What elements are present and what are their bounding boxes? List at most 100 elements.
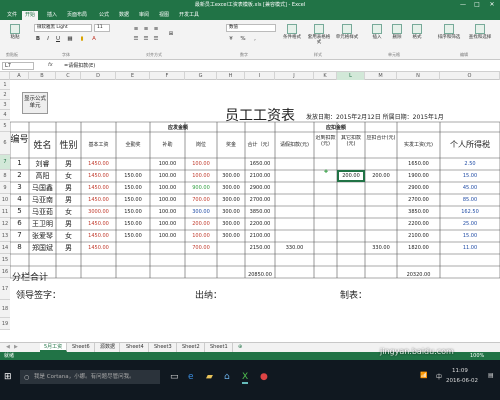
cell-subsidy[interactable]: 100.00 — [150, 209, 185, 215]
notification-icon[interactable]: ▤ — [488, 372, 494, 379]
cell-net[interactable]: 1900.00 — [397, 173, 440, 179]
cell-post[interactable]: 700.00 — [185, 245, 217, 251]
font-name-select[interactable]: 微软雅黑 Light — [34, 24, 92, 32]
row-header-9[interactable]: 9 — [0, 182, 10, 194]
col-header-j[interactable]: J — [275, 72, 314, 80]
cortana-search[interactable]: 我是 Cortana，小娜。有问题尽管问我。 — [20, 370, 160, 384]
cell-name[interactable]: 王卫明 — [29, 219, 56, 229]
cell-name[interactable]: 马亚南 — [29, 195, 56, 205]
conditional-format-button[interactable]: 条件格式 — [280, 24, 304, 40]
cell-net[interactable]: 2100.00 — [397, 233, 440, 239]
cell-gender[interactable]: 女 — [56, 207, 81, 217]
tab-developer[interactable]: 开发工具 — [176, 11, 202, 20]
cell-post[interactable]: 100.00 — [185, 161, 217, 167]
cell-subsidy[interactable]: 100.00 — [150, 161, 185, 167]
show-formula-button[interactable]: 显示公式单元 — [22, 92, 48, 114]
maximize-button[interactable]: □ — [470, 0, 484, 10]
cell-post[interactable]: 700.00 — [185, 197, 217, 203]
col-header-n[interactable]: N — [397, 72, 440, 80]
number-format-select[interactable]: 数值 — [226, 24, 276, 32]
cell-bonus[interactable]: 300.00 — [217, 173, 245, 179]
cell-tax[interactable]: 15.00 — [440, 173, 500, 179]
sheet-tab-sheet3[interactable]: Sheet3 — [150, 343, 177, 352]
cell-total[interactable]: 1650.00 — [245, 161, 275, 167]
col-header-o[interactable]: O — [440, 72, 500, 80]
cell-base[interactable]: 1450.00 — [81, 221, 116, 227]
tab-view[interactable]: 视图 — [156, 11, 172, 20]
clock-time[interactable]: 11:09 — [452, 368, 468, 374]
align-center-icon[interactable]: ☰ — [142, 35, 150, 43]
merge-cells-icon[interactable]: ⊞ — [166, 30, 176, 38]
row-header-3[interactable]: 3 — [0, 100, 10, 110]
cell-gender[interactable]: 男 — [56, 159, 81, 169]
cell-base[interactable]: 1450.00 — [81, 185, 116, 191]
insert-button[interactable]: 插入 — [368, 24, 386, 40]
border-icon[interactable]: ▦ — [66, 35, 74, 43]
sheet-tab-source[interactable]: 源数据 — [96, 343, 121, 352]
zoom-level[interactable]: 100% — [470, 352, 484, 360]
font-color-icon[interactable]: A — [90, 35, 98, 43]
folder-icon[interactable]: ▰ — [206, 372, 213, 382]
paste-button[interactable]: 粘贴 — [4, 24, 26, 40]
cell-no[interactable]: 4 — [10, 195, 29, 203]
cell-base[interactable]: 3000.00 — [81, 209, 116, 215]
row-header-4[interactable]: 4 — [0, 110, 10, 120]
row-header-11[interactable]: 11 — [0, 206, 10, 218]
cell-total[interactable]: 3850.00 — [245, 209, 275, 215]
cell-no[interactable]: 1 — [10, 159, 29, 167]
col-header-l[interactable]: L — [337, 72, 365, 80]
align-left-icon[interactable]: ☰ — [132, 35, 140, 43]
fx-icon[interactable]: fx — [48, 62, 53, 68]
sheet-tab-5月工资[interactable]: 5月工资 — [40, 343, 68, 352]
sort-filter-button[interactable]: 排序和筛选 — [436, 24, 462, 40]
cell-subsidy[interactable]: 100.00 — [150, 173, 185, 179]
tab-home[interactable]: 开始 — [22, 11, 39, 20]
lang-indicator[interactable]: 中 — [436, 372, 442, 381]
cell-gender[interactable]: 男 — [56, 219, 81, 229]
underline-icon[interactable]: U — [54, 35, 62, 43]
cell-base[interactable]: 1450.00 — [81, 233, 116, 239]
sheet-tab-sheet4[interactable]: Sheet4 — [122, 343, 149, 352]
find-select-button[interactable]: 查找和选择 — [466, 24, 494, 40]
col-header-b[interactable]: B — [29, 72, 56, 80]
scroll-right-icon[interactable]: ▶ — [10, 343, 22, 352]
cell-tax[interactable]: 45.00 — [440, 185, 500, 191]
italic-icon[interactable]: I — [44, 35, 52, 43]
row-header-8[interactable]: 8 — [0, 170, 10, 182]
cell-total[interactable]: 2700.00 — [245, 197, 275, 203]
align-top-icon[interactable]: ≡ — [132, 25, 140, 33]
cell-post[interactable]: 100.00 — [185, 173, 217, 179]
cell-no[interactable]: 2 — [10, 171, 29, 179]
cell-net[interactable]: 3850.00 — [397, 209, 440, 215]
tab-insert[interactable]: 插入 — [44, 11, 60, 20]
bold-icon[interactable]: B — [34, 35, 42, 43]
currency-icon[interactable]: ¥ — [226, 35, 236, 43]
cell-leave[interactable]: 330.00 — [275, 245, 314, 251]
select-all-corner[interactable] — [0, 72, 10, 80]
cell-name[interactable]: 张爱琴 — [29, 231, 56, 241]
col-header-d[interactable]: D — [81, 72, 116, 80]
add-sheet-icon[interactable]: ⊕ — [234, 343, 246, 352]
cell-gender[interactable]: 女 — [56, 171, 81, 181]
delete-button[interactable]: 删除 — [388, 24, 406, 40]
row-header-1[interactable]: 1 — [0, 80, 10, 90]
cell-base[interactable]: 1450.00 — [81, 173, 116, 179]
cell-style-button[interactable]: 单元格样式 — [334, 24, 360, 40]
align-bottom-icon[interactable]: ≡ — [152, 25, 160, 33]
cell-no[interactable]: 3 — [10, 183, 29, 191]
cell-allowance[interactable]: 150.00 — [116, 173, 150, 179]
cell-net[interactable]: 2700.00 — [397, 197, 440, 203]
cell-no[interactable]: 8 — [10, 243, 29, 251]
cell-tax[interactable]: 2.50 — [440, 161, 500, 167]
cell-gender[interactable]: 男 — [56, 243, 81, 253]
row-header-6[interactable]: 6 — [0, 132, 10, 155]
cell-net[interactable]: 2900.00 — [397, 185, 440, 191]
row-header-16[interactable]: 16 — [0, 266, 10, 278]
col-header-g[interactable]: G — [185, 72, 217, 80]
cell-bonus[interactable]: 300.00 — [217, 209, 245, 215]
cell-bonus[interactable]: 300.00 — [217, 185, 245, 191]
col-header-i[interactable]: I — [245, 72, 275, 80]
row-header-5[interactable]: 5 — [0, 120, 10, 132]
excel-taskbar-icon[interactable]: X — [242, 372, 249, 384]
table-format-button[interactable]: 套用表格格式 — [306, 24, 332, 45]
